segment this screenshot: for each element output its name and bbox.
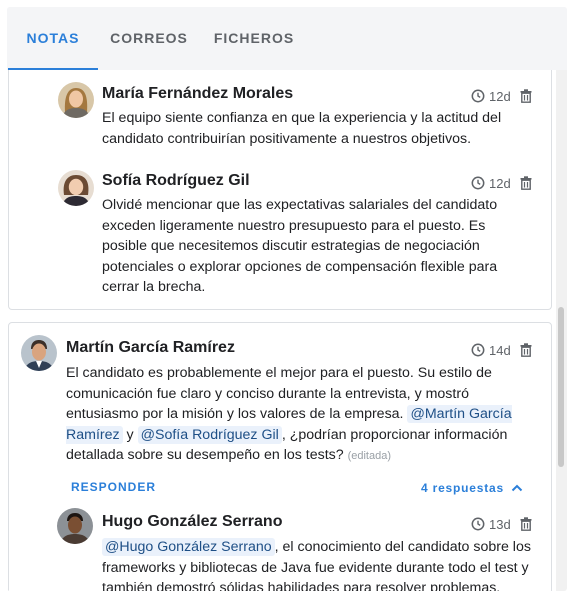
note-meta: 14d	[471, 341, 533, 359]
chevron-up-icon	[510, 480, 524, 496]
tab-bar: NOTAS CORREOS FICHEROS	[7, 7, 567, 70]
scrollbar-thumb[interactable]	[558, 307, 564, 467]
replies-count: 4 respuestas	[421, 481, 504, 495]
note-thread: María Fernández Morales 12d El equipo si…	[8, 70, 552, 310]
toggle-replies-button[interactable]: 4 respuestas	[421, 480, 524, 496]
tab-ficheros[interactable]: FICHEROS	[199, 7, 309, 70]
note-age: 14d	[489, 342, 511, 358]
note-meta: 12d	[471, 87, 533, 105]
avatar	[57, 508, 93, 544]
avatar	[21, 335, 57, 371]
trash-icon[interactable]	[519, 88, 533, 104]
note-age: 12d	[489, 88, 511, 104]
notes-panel: NOTAS CORREOS FICHEROS María Fernández M…	[7, 7, 567, 591]
note-author: Sofía Rodríguez Gil	[102, 172, 250, 189]
avatar	[58, 170, 94, 206]
note-text: @Hugo González Serrano, el conocimiento …	[102, 537, 540, 591]
note-text: El candidato es probablemente el mejor p…	[66, 363, 540, 467]
note-meta: 13d	[471, 515, 533, 533]
note-meta: 12d	[471, 174, 533, 192]
note-text-part: y	[122, 426, 138, 443]
avatar	[58, 82, 94, 118]
note-author: María Fernández Morales	[102, 85, 294, 102]
note-age: 13d	[489, 516, 511, 532]
clock-icon	[471, 342, 485, 358]
note-author: Hugo González Serrano	[102, 513, 283, 530]
edited-label: (editada)	[347, 450, 392, 462]
tab-notas[interactable]: NOTAS	[7, 7, 99, 70]
trash-icon[interactable]	[519, 516, 533, 532]
clock-icon	[471, 175, 485, 191]
note-age: 12d	[489, 175, 511, 191]
clock-icon	[471, 516, 485, 532]
note-text: El equipo siente confianza en que la exp…	[102, 110, 502, 147]
user-mention[interactable]: @Hugo González Serrano	[102, 538, 275, 556]
note-thread: Martín García Ramírez 14d El candidato e…	[8, 322, 552, 591]
note-author: Martín García Ramírez	[66, 339, 235, 356]
notes-scroll-area[interactable]: María Fernández Morales 12d El equipo si…	[7, 70, 567, 591]
trash-icon[interactable]	[519, 175, 533, 191]
user-mention[interactable]: @Sofía Rodríguez Gil	[137, 425, 282, 444]
note-text: Olvidé mencionar que las expectativas sa…	[102, 197, 498, 295]
clock-icon	[471, 88, 485, 104]
reply-button[interactable]: RESPONDER	[71, 480, 156, 494]
trash-icon[interactable]	[519, 342, 533, 358]
tab-correos[interactable]: CORREOS	[99, 7, 199, 70]
